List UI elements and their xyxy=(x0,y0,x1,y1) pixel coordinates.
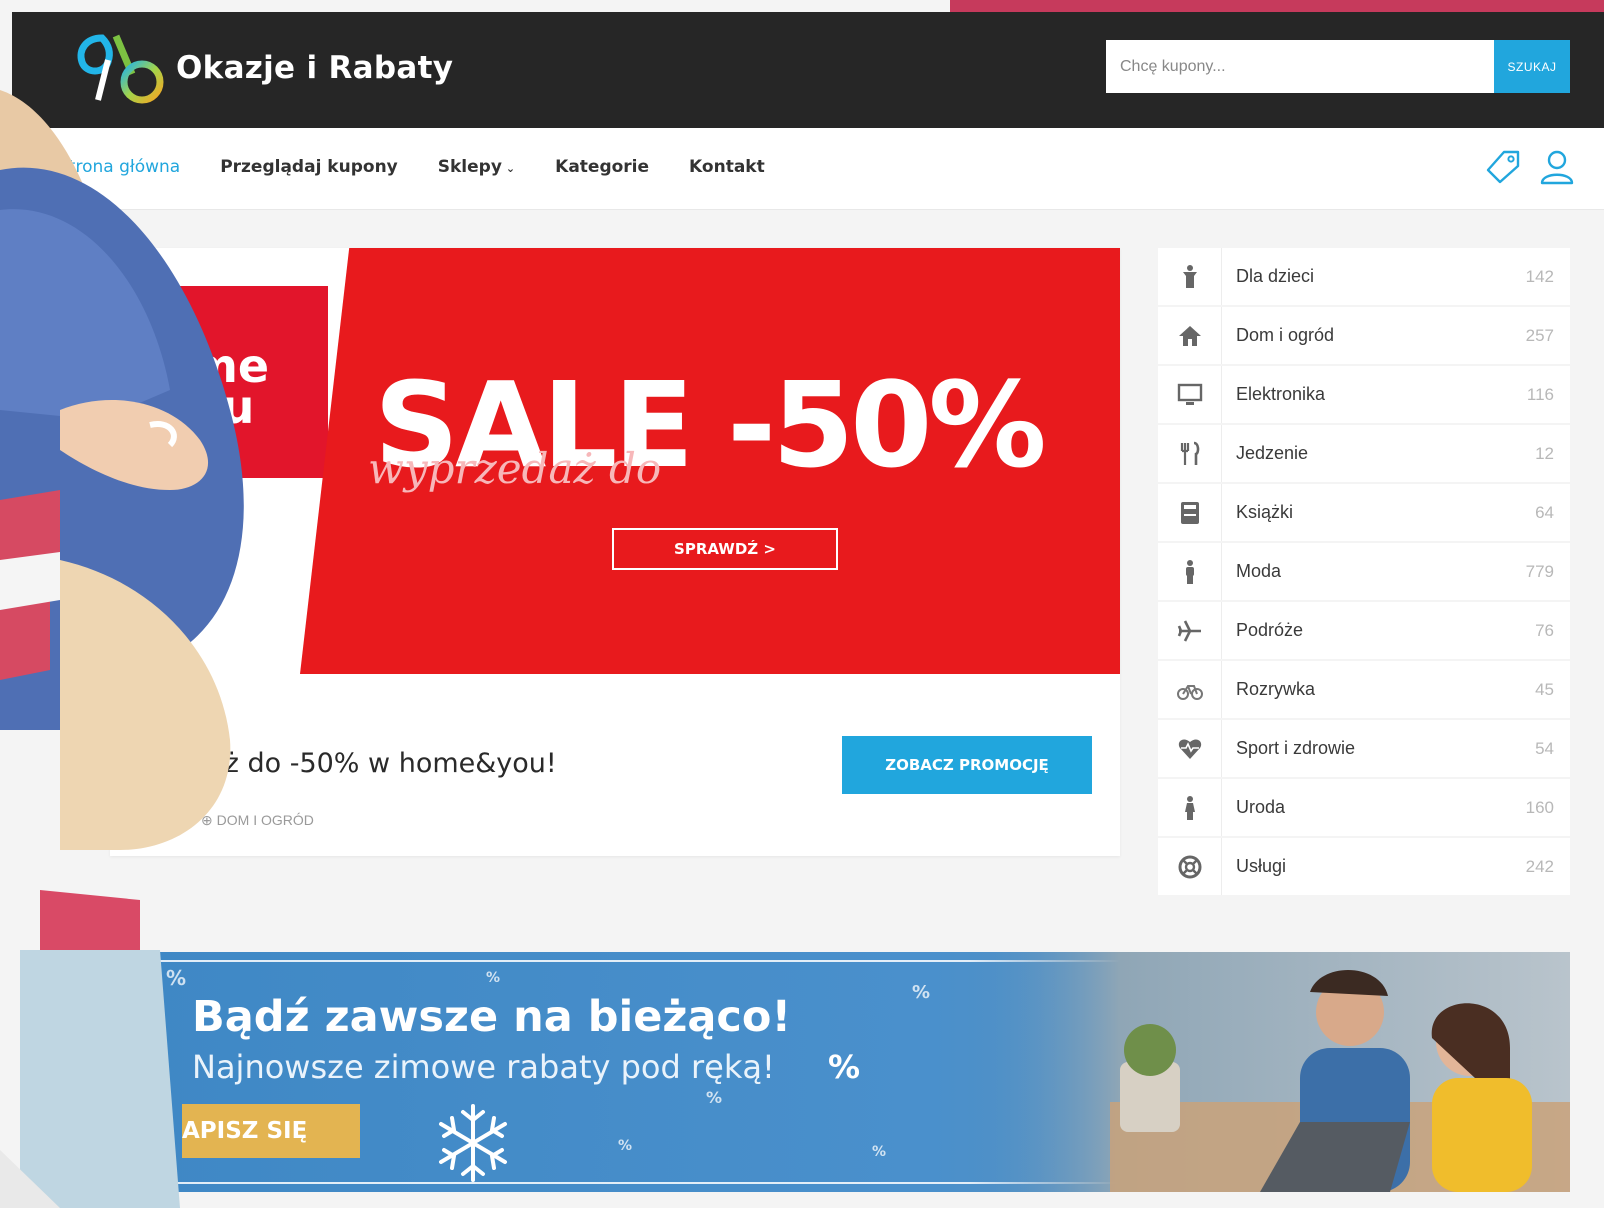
category-label: Rozrywka xyxy=(1236,679,1316,699)
featured-coupon-card: me ou SALE -50% wyprzedaż do SPRAWDŹ > N… xyxy=(110,248,1120,856)
category-label: Sport i zdrowie xyxy=(1236,738,1356,758)
category-count: 160 xyxy=(1525,797,1554,817)
percent-decoration: % xyxy=(166,966,187,990)
category-item[interactable]: Uroda 160 xyxy=(1158,779,1570,836)
newsletter-title: Bądź zawsze na bieżąco! xyxy=(192,992,792,1042)
percent-decoration: % xyxy=(872,1144,887,1160)
category-item[interactable]: Usługi 242 xyxy=(1158,838,1570,895)
brand-tile-text: me ou xyxy=(190,339,270,435)
category-count: 242 xyxy=(1525,856,1554,876)
home-icon xyxy=(1178,325,1201,346)
sale-script-text: wyprzedaż do xyxy=(368,444,662,493)
category-label: Książki xyxy=(1236,502,1294,522)
user-icon[interactable] xyxy=(1538,148,1576,186)
percent-decoration: % xyxy=(828,1048,861,1086)
category-count: 116 xyxy=(1526,384,1554,404)
book-icon xyxy=(1180,501,1199,524)
coupon-meta: E&YOU ⊕ DOM I OGRÓD xyxy=(132,812,314,829)
nav-item-contact[interactable]: Kontakt xyxy=(689,157,765,177)
category-label: Dom i ogród xyxy=(1236,325,1335,345)
monitor-icon xyxy=(1177,383,1202,405)
coupon-title[interactable]: przedaż do -50% w home&you! xyxy=(132,748,557,779)
nav-item-categories[interactable]: Kategorie xyxy=(555,157,649,177)
category-item[interactable]: Dom i ogród 257 xyxy=(1158,307,1570,364)
category-label: Elektronika xyxy=(1236,384,1326,404)
category-count: 779 xyxy=(1525,561,1554,581)
tag-icon[interactable] xyxy=(1484,148,1522,186)
site-header: Okazje i Rabaty SZUKAJ xyxy=(12,12,1604,128)
category-label: Usługi xyxy=(1236,856,1287,876)
percent-decoration: % xyxy=(706,1088,723,1107)
nav-item-browse-coupons[interactable]: Przeglądaj kupony xyxy=(220,157,398,177)
status-badge: NE xyxy=(110,700,220,722)
coupon-category[interactable]: ⊕ DOM I OGRÓD xyxy=(201,812,314,829)
category-item[interactable]: Rozrywka 45 xyxy=(1158,661,1570,718)
newsletter-banner[interactable]: % % % % % % % Bądź zawsze na bieżąco! Na… xyxy=(150,952,1570,1192)
category-count: 64 xyxy=(1535,502,1554,522)
category-list: Dla dzieci 142 Dom i ogród 257 Elektroni… xyxy=(1158,248,1570,897)
category-item[interactable]: Elektronika 116 xyxy=(1158,366,1570,423)
percent-decoration: % xyxy=(618,1138,633,1154)
cutlery-icon xyxy=(1180,441,1199,465)
nav-item-stores-label: Sklepy xyxy=(437,157,502,177)
logo-icon xyxy=(77,34,164,104)
check-button[interactable]: SPRAWDŹ > xyxy=(612,528,838,570)
category-item[interactable]: Jedzenie 12 xyxy=(1158,425,1570,482)
bicycle-icon xyxy=(1176,684,1203,700)
search-input[interactable] xyxy=(1106,40,1494,93)
top-accent-strip xyxy=(950,0,1604,12)
category-item[interactable]: Podróże 76 xyxy=(1158,602,1570,659)
percent-decoration: % xyxy=(486,970,501,986)
search-form: SZUKAJ xyxy=(1106,40,1570,93)
chevron-down-icon: ⌄ xyxy=(505,162,516,175)
percent-decoration: % xyxy=(912,982,931,1003)
see-promotion-button[interactable]: ZOBACZ PROMOCJĘ xyxy=(842,736,1092,794)
category-item[interactable]: Książki 64 xyxy=(1158,484,1570,541)
nav-item-home[interactable]: Strona główna xyxy=(58,157,180,177)
category-label: Dla dzieci xyxy=(1236,266,1315,286)
category-label: Moda xyxy=(1236,561,1282,581)
category-count: 257 xyxy=(1525,325,1554,345)
coupon-store[interactable]: E&YOU xyxy=(132,812,181,829)
category-label: Jedzenie xyxy=(1236,443,1309,463)
person-icon xyxy=(1185,559,1194,584)
category-count: 45 xyxy=(1535,679,1554,699)
category-count: 54 xyxy=(1535,738,1554,758)
search-button[interactable]: SZUKAJ xyxy=(1494,40,1570,93)
site-name: Okazje i Rabaty xyxy=(176,50,454,86)
category-item[interactable]: Dla dzieci 142 xyxy=(1158,248,1570,305)
category-item[interactable]: Sport i zdrowie 54 xyxy=(1158,720,1570,777)
lifebuoy-icon xyxy=(1178,855,1201,878)
category-label: Uroda xyxy=(1236,797,1286,817)
people-laptop-photo xyxy=(970,952,1570,1192)
main-nav: Strona główna Przeglądaj kupony Sklepy ⌄ … xyxy=(0,128,1604,210)
snowflake-icon xyxy=(439,1104,507,1182)
category-count: 142 xyxy=(1525,266,1554,286)
category-count: 76 xyxy=(1535,620,1554,640)
brand-logo-tile: me ou xyxy=(150,286,328,478)
site-logo[interactable]: Okazje i Rabaty xyxy=(72,30,453,106)
subscribe-button[interactable]: APISZ SIĘ xyxy=(182,1104,360,1158)
child-icon xyxy=(1182,264,1197,288)
heartbeat-icon xyxy=(1178,739,1201,759)
category-label: Podróże xyxy=(1236,620,1304,640)
plane-icon xyxy=(1177,619,1201,642)
category-item[interactable]: Moda 779 xyxy=(1158,543,1570,600)
category-count: 12 xyxy=(1535,443,1554,463)
nav-item-stores[interactable]: Sklepy ⌄ xyxy=(438,157,515,177)
newsletter-subtitle: Najnowsze zimowe rabaty pod ręką! xyxy=(192,1048,775,1086)
female-icon xyxy=(1184,795,1195,820)
sale-banner[interactable]: me ou SALE -50% wyprzedaż do SPRAWDŹ > xyxy=(110,248,1120,674)
subscribe-button-label: APISZ SIĘ xyxy=(182,1118,308,1144)
